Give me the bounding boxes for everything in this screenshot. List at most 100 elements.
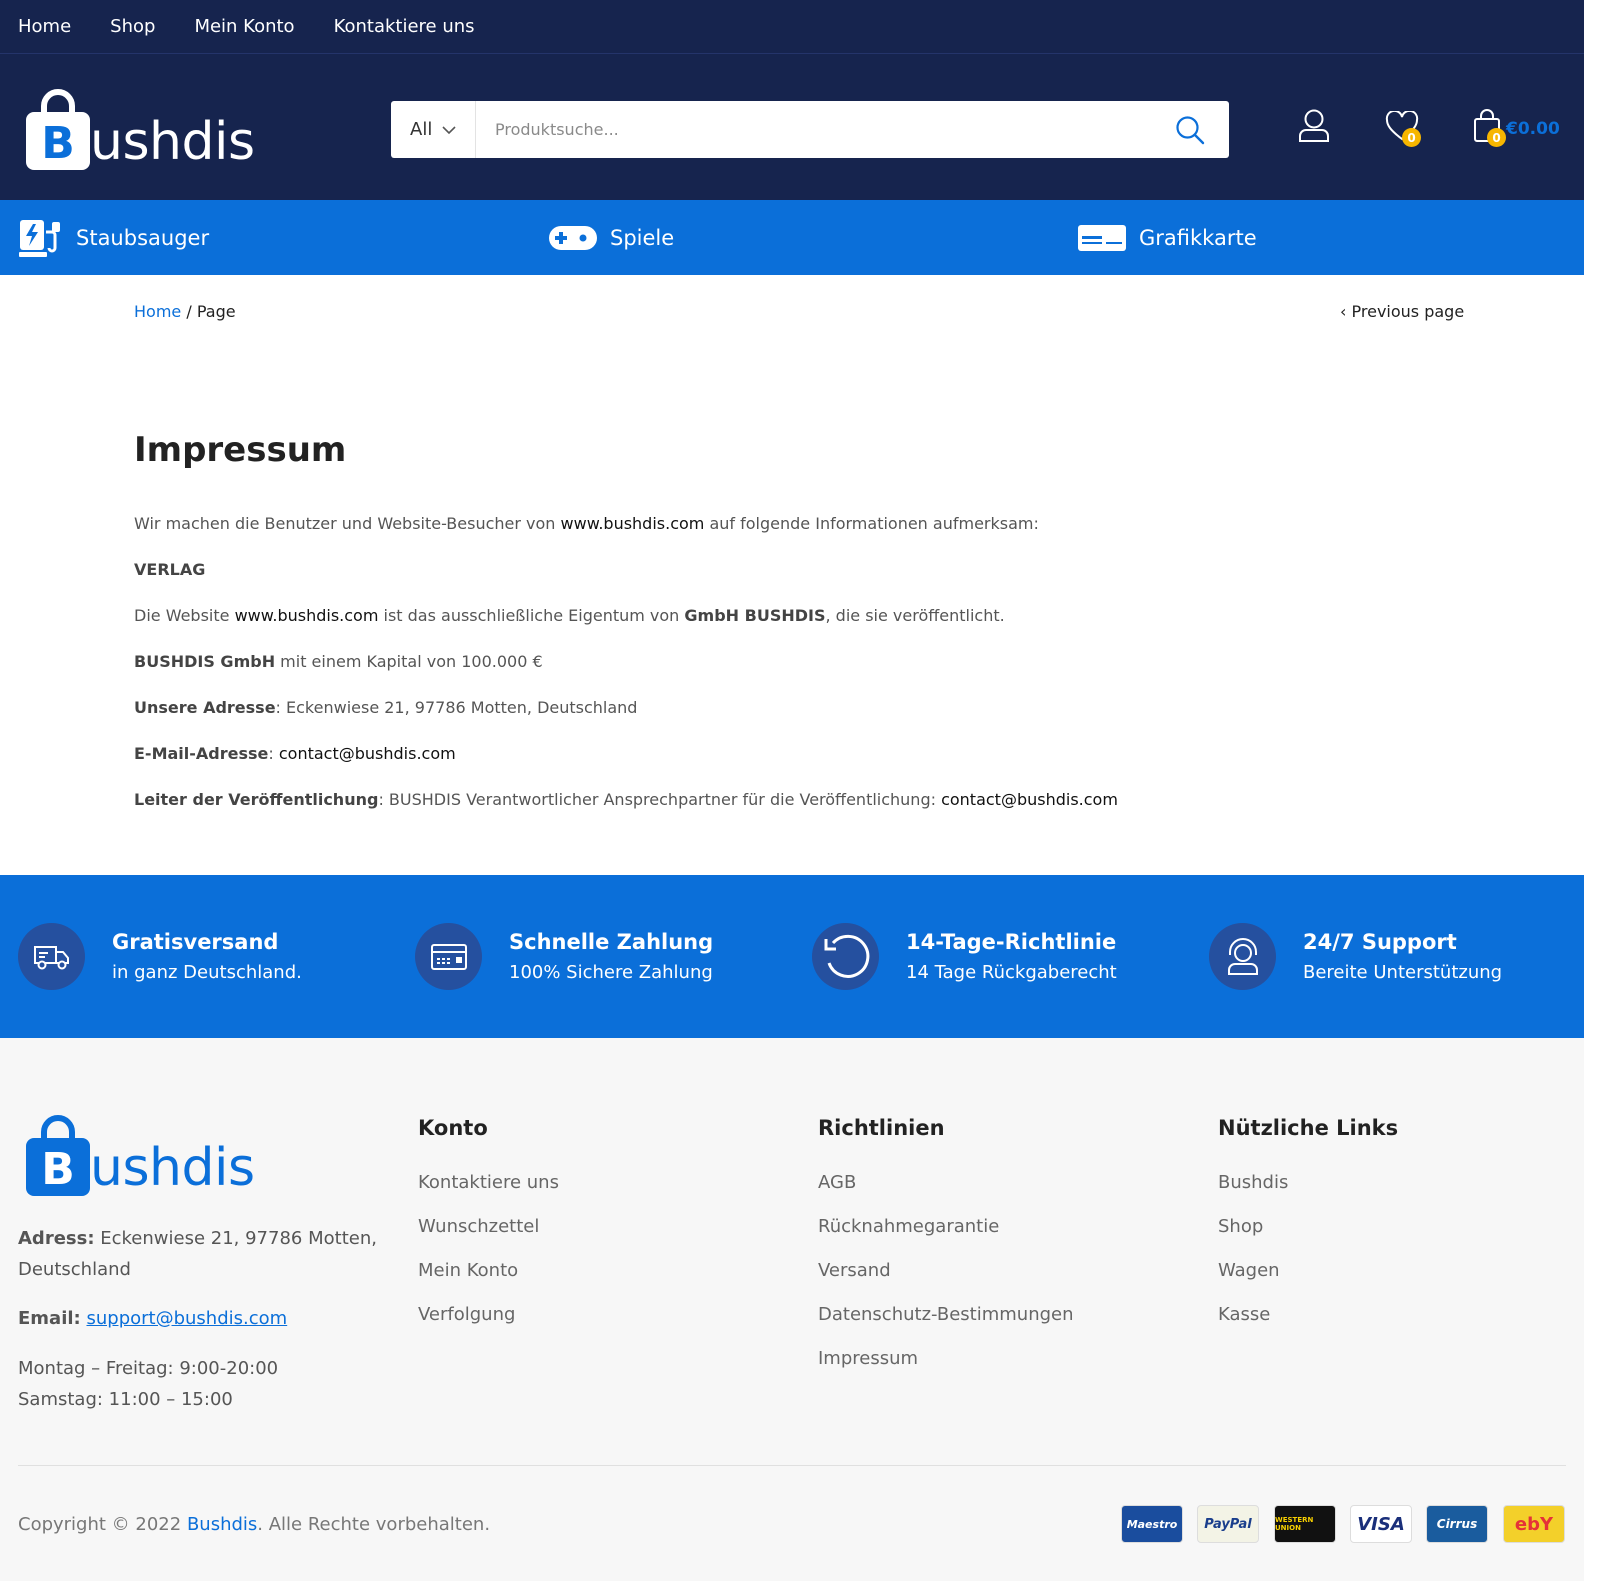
svg-text:B: B <box>41 118 75 169</box>
account-button[interactable] <box>1298 109 1330 147</box>
site-logo[interactable]: B ushdis <box>24 88 255 172</box>
category-label: Staubsauger <box>76 225 210 250</box>
cart-count-badge: 0 <box>1487 128 1506 147</box>
address-paragraph: Unsere Adresse: Eckenwiese 21, 97786 Mot… <box>134 698 1434 718</box>
search-input[interactable] <box>476 101 1151 158</box>
ebay-logo: ebY <box>1503 1505 1565 1543</box>
bag-logo-icon: B <box>24 88 92 172</box>
site-paragraph: Die Website www.bushdis.com ist das auss… <box>134 606 1434 626</box>
cart-total[interactable]: €0.00 <box>1506 119 1560 139</box>
capital-paragraph: BUSHDIS GmbH mit einem Kapital von 100.0… <box>134 652 1434 672</box>
breadcrumb-separator: / <box>186 302 192 321</box>
features-band: Gratisversand in ganz Deutschland. Schne… <box>0 875 1584 1038</box>
breadcrumb-current: Page <box>196 302 236 321</box>
svg-text:B: B <box>41 1144 75 1195</box>
footer-contact-info: Adress: Eckenwiese 21, 97786 Motten, Deu… <box>18 1223 378 1415</box>
chevron-left-icon: ‹ <box>1340 302 1347 321</box>
user-icon <box>1299 109 1329 142</box>
footer-link[interactable]: Versand <box>818 1260 1074 1281</box>
logo-wordmark: ushdis <box>90 112 255 172</box>
footer-logo[interactable]: B ushdis <box>24 1114 255 1198</box>
page-title: Impressum <box>134 430 347 470</box>
gamepad-icon <box>549 225 597 250</box>
previous-page-label: Previous page <box>1351 302 1465 321</box>
search-icon <box>1176 115 1205 144</box>
copyright-link[interactable]: Bushdis <box>187 1514 257 1535</box>
feature-support: 24/7 Support Bereite Unterstützung <box>1209 923 1502 990</box>
previous-page-link[interactable]: ‹ Previous page <box>1340 302 1464 321</box>
page-content: Impressum Wir machen die Benutzer und We… <box>134 430 1434 836</box>
feature-fast-payment: Schnelle Zahlung 100% Sichere Zahlung <box>415 923 713 990</box>
cirrus-logo: Cirrus <box>1426 1505 1488 1543</box>
footer-link[interactable]: Kontaktiere uns <box>418 1172 559 1193</box>
feature-title: 14-Tage-Richtlinie <box>906 930 1117 954</box>
footer-link[interactable]: Kasse <box>1218 1304 1398 1325</box>
topnav-contact[interactable]: Kontaktiere uns <box>334 16 475 37</box>
wishlist-button[interactable]: 0 <box>1385 109 1421 147</box>
footer-link[interactable]: Verfolgung <box>418 1304 559 1325</box>
footer-hours-weekday: Montag – Freitag: 9:00-20:00 <box>18 1358 279 1379</box>
footer-column-links: Nützliche Links Bushdis Shop Wagen Kasse <box>1218 1116 1398 1348</box>
breadcrumb: Home / Page <box>134 302 236 321</box>
search-category-select[interactable]: All <box>391 101 476 158</box>
intro-text-end: auf folgende Informationen aufmerksam: <box>704 514 1039 533</box>
copyright-text-end: . Alle Rechte vorbehalten. <box>257 1514 491 1535</box>
topnav-shop[interactable]: Shop <box>110 16 155 37</box>
category-grafikkarte[interactable]: Grafikkarte <box>1077 200 1257 275</box>
category-spiele[interactable]: Spiele <box>548 200 674 275</box>
leader-paragraph: Leiter der Veröffentlichung: BUSHDIS Ver… <box>134 790 1434 810</box>
intro-paragraph: Wir machen die Benutzer und Website-Besu… <box>134 514 1434 534</box>
category-label: Spiele <box>610 225 675 250</box>
site-link[interactable]: www.bushdis.com <box>561 514 705 533</box>
copyright: Copyright © 2022 Bushdis. Alle Rechte vo… <box>18 1514 490 1535</box>
topnav-home[interactable]: Home <box>18 16 71 37</box>
footer-link[interactable]: Wagen <box>1218 1260 1398 1281</box>
footer-link[interactable]: AGB <box>818 1172 1074 1193</box>
feature-subtitle: 14 Tage Rückgaberecht <box>906 962 1117 983</box>
leader-text: : BUSHDIS Verantwortlicher Ansprechpartn… <box>378 790 942 809</box>
footer-email: Email: support@bushdis.com <box>18 1303 378 1334</box>
footer-address: Adress: Eckenwiese 21, 97786 Motten, Deu… <box>18 1223 378 1285</box>
support-email-link[interactable]: support@bushdis.com <box>86 1308 287 1329</box>
maestro-logo: Maestro <box>1121 1505 1183 1543</box>
address-label: Adress: <box>18 1228 95 1249</box>
category-staubsauger[interactable]: Staubsauger <box>18 200 209 275</box>
category-label: Grafikkarte <box>1139 225 1257 250</box>
topnav-my-account[interactable]: Mein Konto <box>194 16 294 37</box>
site-text: Die Website <box>134 606 235 625</box>
feature-title: Schnelle Zahlung <box>509 930 714 954</box>
footer-column-konto: Konto Kontaktiere uns Wunschzettel Mein … <box>418 1116 559 1348</box>
search-button[interactable] <box>1151 101 1229 158</box>
email-link[interactable]: contact@bushdis.com <box>279 744 456 763</box>
search-category-value: All <box>410 119 433 140</box>
site-header: B ushdis All 0 0 <box>0 54 1584 200</box>
graphics-card-icon <box>1078 224 1126 251</box>
visa-logo: VISA <box>1350 1505 1412 1543</box>
site-link[interactable]: www.bushdis.com <box>235 606 379 625</box>
footer-divider <box>18 1465 1566 1466</box>
footer-link[interactable]: Impressum <box>818 1348 1074 1369</box>
breadcrumb-home[interactable]: Home <box>134 302 181 321</box>
feature-subtitle: 100% Sichere Zahlung <box>509 962 713 983</box>
vacuum-icon <box>19 219 60 257</box>
leader-email-link[interactable]: contact@bushdis.com <box>941 790 1118 809</box>
top-navigation: Home Shop Mein Konto Kontaktiere uns <box>0 0 1584 54</box>
footer-column-title: Richtlinien <box>818 1116 945 1140</box>
footer-logo-wordmark: ushdis <box>90 1138 255 1198</box>
western-union-logo: WESTERN UNION <box>1274 1505 1336 1543</box>
credit-card-icon <box>430 943 467 970</box>
address-text: : Eckenwiese 21, 97786 Motten, Deutschla… <box>275 698 638 717</box>
footer-link[interactable]: Shop <box>1218 1216 1398 1237</box>
feature-title: 24/7 Support <box>1303 930 1457 954</box>
footer-link[interactable]: Rücknahmegarantie <box>818 1216 1074 1237</box>
chevron-down-icon <box>442 119 456 140</box>
headset-icon <box>1227 937 1258 975</box>
footer-link[interactable]: Datenschutz-Bestimmungen <box>818 1304 1074 1325</box>
feature-return-policy: 14-Tage-Richtlinie 14 Tage Rückgaberecht <box>812 923 1117 990</box>
footer-column-title: Nützliche Links <box>1218 1116 1399 1140</box>
leader-label: Leiter der Veröffentlichung <box>134 790 379 809</box>
footer-link[interactable]: Wunschzettel <box>418 1216 559 1237</box>
footer-link[interactable]: Bushdis <box>1218 1172 1398 1193</box>
footer-link[interactable]: Mein Konto <box>418 1260 559 1281</box>
cart-button[interactable]: 0 <box>1473 109 1506 147</box>
